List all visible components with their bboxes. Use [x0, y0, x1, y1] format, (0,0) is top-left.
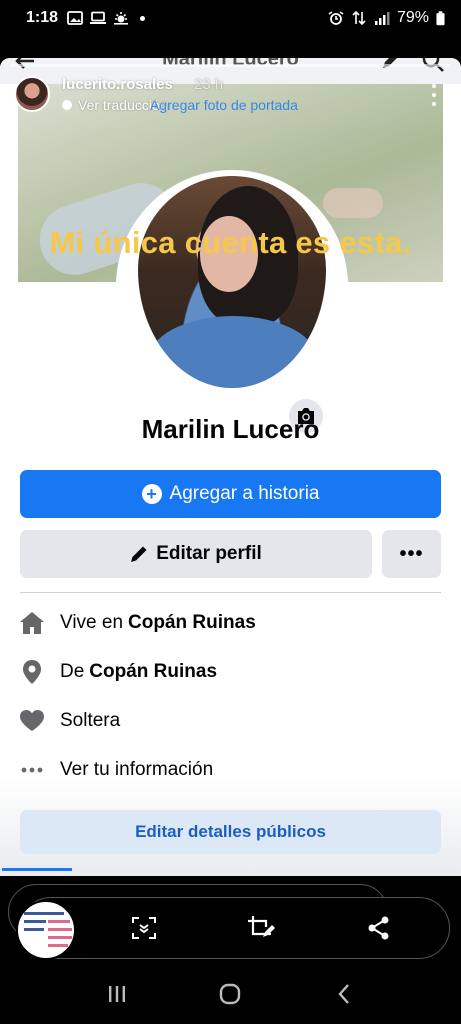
battery-percent: 79% [396, 9, 429, 26]
pencil-icon [131, 546, 147, 562]
menu-dot [432, 102, 436, 106]
thumb-line [24, 928, 44, 931]
add-cover-photo-link: Agregar foto de portada [150, 97, 298, 113]
share-button[interactable] [361, 912, 397, 944]
status-right: 79% [328, 9, 445, 27]
scroll-capture-button[interactable] [126, 912, 162, 944]
story-progress-bar [10, 64, 451, 67]
cover-figure-arm [323, 188, 383, 218]
back-button[interactable] [324, 974, 364, 1014]
active-tab-indicator [2, 868, 72, 871]
info-lives-in-prefix: Vive en [60, 611, 124, 633]
recents-button[interactable] [97, 974, 137, 1014]
thumb-line [48, 944, 68, 947]
weather-notification-icon [114, 12, 129, 25]
story-username[interactable]: lucerito.rosales [62, 76, 173, 93]
info-row-lives-in: Vive en Copán Ruinas [18, 598, 443, 647]
story-menu-button[interactable] [428, 84, 440, 106]
info-row-relationship: Soltera [18, 696, 443, 745]
signal-icon [374, 12, 390, 25]
info-lives-in-value: Copán Ruinas [128, 611, 256, 633]
info-from-prefix: De [60, 660, 85, 682]
story-avatar[interactable] [14, 76, 50, 112]
info-list: Vive en Copán Ruinas De Copán Ruinas Sol… [18, 598, 443, 794]
edit-profile-button: Editar perfil [20, 530, 372, 578]
status-time: 1:18 [26, 9, 59, 26]
facebook-profile-screenshot: Marilin Lucero Marilin Lucero + Agregar … [0, 58, 461, 876]
alarm-icon [328, 11, 344, 25]
edit-public-details-button: Editar detalles públicos [20, 810, 441, 854]
notification-dot [140, 15, 146, 21]
more-options-button: ••• [382, 530, 441, 578]
scroll-capture-icon [132, 917, 156, 939]
info-row-from: De Copán Ruinas [18, 647, 443, 696]
share-icon [368, 916, 389, 940]
info-from-value: Copán Ruinas [89, 660, 218, 682]
screenshot-thumbnail[interactable] [16, 900, 76, 960]
divider [20, 592, 441, 593]
back-chevron-icon [338, 984, 350, 1004]
add-to-story-button: + Agregar a historia [20, 470, 441, 518]
info-relationship-text: Soltera [60, 709, 121, 731]
recents-icon [108, 986, 125, 1002]
crop-edit-icon [248, 916, 275, 937]
home-icon [18, 609, 46, 637]
thumb-line [48, 920, 70, 923]
translate-icon [62, 100, 72, 110]
profile-picture [138, 176, 326, 388]
data-arrows-icon [352, 11, 366, 25]
gallery-notification-icon [67, 11, 83, 25]
thumb-line [48, 928, 72, 931]
edit-profile-label: Editar perfil [156, 543, 262, 564]
heart-icon [18, 707, 46, 735]
thumb-line [24, 912, 64, 915]
crop-edit-button[interactable] [244, 912, 280, 944]
profile-name: Marilin Lucero [141, 414, 320, 444]
menu-dot [432, 84, 436, 88]
status-left: 1:18 [26, 9, 146, 27]
profile-shirt [148, 316, 318, 388]
story-time-ago: 23 h [194, 76, 224, 93]
home-circle-icon [220, 983, 241, 1005]
menu-dot [432, 93, 436, 97]
thumb-line [48, 936, 72, 939]
status-bar: 1:18 79% [0, 0, 461, 36]
story-overlay-text: Mi única cuenta es esta. [49, 225, 412, 260]
add-to-story-label: Agregar a historia [169, 483, 320, 504]
plus-icon: + [141, 484, 162, 504]
laptop-notification-icon [90, 11, 107, 24]
home-button[interactable] [210, 974, 250, 1014]
thumb-line [24, 920, 46, 923]
location-pin-icon [18, 658, 46, 686]
battery-icon [436, 10, 445, 25]
android-nav-bar [0, 964, 461, 1024]
